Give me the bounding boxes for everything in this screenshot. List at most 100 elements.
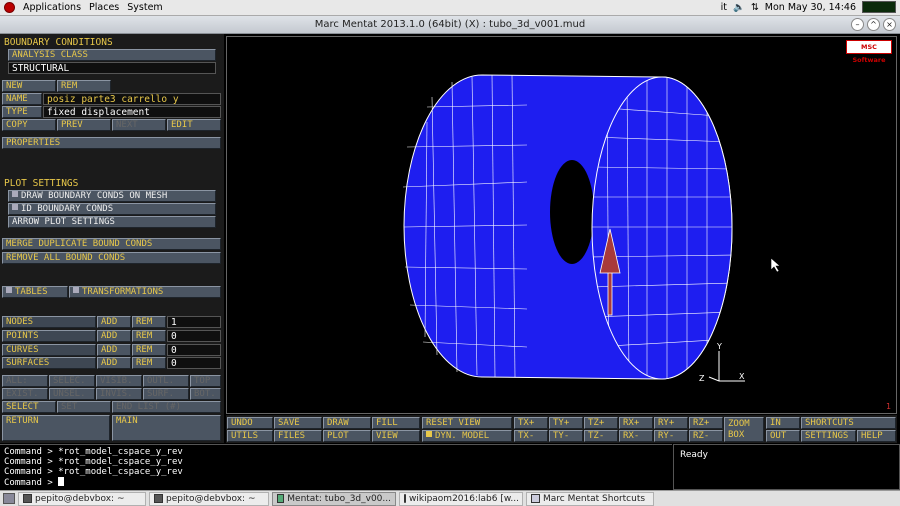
menu-places[interactable]: Places [89, 2, 119, 13]
sel-surf-button[interactable]: SURF. [143, 388, 189, 400]
checkbox-icon [426, 431, 432, 437]
ty-minus-button[interactable]: TY- [549, 430, 583, 442]
menu-applications[interactable]: Applications [23, 2, 81, 13]
sel-bot-button[interactable]: BOT. [190, 388, 221, 400]
analysis-class-button[interactable]: ANALYSIS CLASS [8, 49, 216, 61]
sel-outl-button[interactable]: OUTL. [143, 375, 189, 387]
task-shortcuts[interactable]: Marc Mentat Shortcuts [526, 491, 654, 506]
curves-add-button[interactable]: ADD [97, 344, 131, 356]
help-button[interactable]: HELP [857, 430, 896, 442]
id-bc-toggle[interactable]: ID BOUNDARY CONDS [8, 203, 216, 215]
type-label: TYPE [2, 106, 42, 118]
terminal-icon [154, 494, 163, 503]
plot-button[interactable]: PLOT [323, 430, 371, 442]
merge-duplicate-button[interactable]: MERGE DUPLICATE BOUND CONDS [2, 238, 221, 250]
system-monitor[interactable] [862, 1, 896, 13]
close-icon[interactable]: × [883, 18, 896, 31]
ry-plus-button[interactable]: RY+ [654, 417, 688, 429]
return-button[interactable]: RETURN [2, 415, 110, 441]
keyboard-layout[interactable]: it [721, 2, 727, 13]
viewport-corner-number: 1 [886, 402, 891, 411]
transformations-button[interactable]: TRANSFORMATIONS [69, 286, 221, 298]
reset-view-button[interactable]: RESET VIEW [422, 417, 512, 429]
checkbox-icon [73, 287, 79, 293]
rz-plus-button[interactable]: RZ+ [689, 417, 723, 429]
surfaces-rem-button[interactable]: REM [132, 357, 166, 369]
bc-header: BOUNDARY CONDITIONS [4, 37, 113, 48]
zoom-in-button[interactable]: IN [766, 417, 800, 429]
rz-minus-button[interactable]: RZ- [689, 430, 723, 442]
graphics-viewport[interactable]: MSC Software Y X Z 1 [226, 36, 897, 414]
nodes-add-button[interactable]: ADD [97, 316, 131, 328]
points-rem-button[interactable]: REM [132, 330, 166, 342]
prev-button[interactable]: PREV [57, 119, 111, 131]
sel-unsel-button[interactable]: UNSEL. [49, 388, 95, 400]
show-desktop-icon[interactable] [3, 493, 15, 504]
zoom-out-button[interactable]: OUT [766, 430, 800, 442]
sel-selec-button[interactable]: SELEC. [49, 375, 95, 387]
volume-icon[interactable]: 🔈 [733, 2, 745, 13]
files-button[interactable]: FILES [274, 430, 322, 442]
task-browser[interactable]: wikipaom2016:lab6 [w... [399, 491, 523, 506]
checkbox-icon [6, 287, 12, 293]
dyn-model-toggle[interactable]: DYN. MODEL [422, 430, 512, 442]
undo-button[interactable]: UNDO [227, 417, 273, 429]
tx-minus-button[interactable]: TX- [514, 430, 548, 442]
select-button[interactable]: SELECT [2, 401, 56, 413]
task-terminal-2[interactable]: pepito@debvbox: ~ [149, 491, 269, 506]
type-field[interactable]: fixed_displacement [43, 106, 221, 118]
set-button[interactable]: SET [57, 401, 111, 413]
minimize-icon[interactable]: – [851, 18, 864, 31]
fill-button[interactable]: FILL [372, 417, 420, 429]
command-console[interactable]: Command > *rot_model_cspace_y_rev Comman… [0, 444, 672, 490]
sel-visib-button[interactable]: VISIB. [96, 375, 142, 387]
curves-rem-button[interactable]: REM [132, 344, 166, 356]
surfaces-add-button[interactable]: ADD [97, 357, 131, 369]
rem-button[interactable]: REM [57, 80, 111, 92]
utils-button[interactable]: UTILS [227, 430, 273, 442]
copy-button[interactable]: COPY [2, 119, 56, 131]
end-list-button[interactable]: END LIST (#) [112, 401, 221, 413]
new-button[interactable]: NEW [2, 80, 56, 92]
nodes-rem-button[interactable]: REM [132, 316, 166, 328]
settings-button[interactable]: SETTINGS [801, 430, 856, 442]
remove-all-button[interactable]: REMOVE ALL BOUND CONDS [2, 252, 221, 264]
draw-bc-toggle[interactable]: DRAW BOUNDARY CONDS ON MESH [8, 190, 216, 202]
sel-invis-button[interactable]: INVIS. [96, 388, 142, 400]
sel-exist-button[interactable]: EXIST. [2, 388, 48, 400]
main-button[interactable]: MAIN [112, 415, 221, 441]
rx-plus-button[interactable]: RX+ [619, 417, 653, 429]
sel-all-button[interactable]: ALL: [2, 375, 48, 387]
maximize-icon[interactable]: ^ [867, 18, 880, 31]
nodes-count: 1 [167, 316, 221, 328]
zoom-box-button[interactable]: ZOOM BOX [724, 417, 764, 442]
axis-x-label: X [739, 372, 745, 381]
ry-minus-button[interactable]: RY- [654, 430, 688, 442]
name-field[interactable]: posiz_parte3_carrello_y [43, 93, 221, 105]
clock[interactable]: Mon May 30, 14:46 [765, 2, 856, 13]
task-terminal-1[interactable]: pepito@debvbox: ~ [18, 491, 146, 506]
network-icon[interactable]: ⇅ [751, 2, 759, 13]
points-add-button[interactable]: ADD [97, 330, 131, 342]
ty-plus-button[interactable]: TY+ [549, 417, 583, 429]
tz-minus-button[interactable]: TZ- [584, 430, 618, 442]
sel-top-button[interactable]: TOP [190, 375, 221, 387]
shortcuts-button[interactable]: SHORTCUTS [801, 417, 896, 429]
tables-button[interactable]: TABLES [2, 286, 68, 298]
debian-logo-icon[interactable] [4, 2, 15, 13]
draw-button[interactable]: DRAW [323, 417, 371, 429]
axis-z-label: Z [699, 374, 705, 383]
arrow-plot-settings-button[interactable]: ARROW PLOT SETTINGS [8, 216, 216, 228]
tz-plus-button[interactable]: TZ+ [584, 417, 618, 429]
save-button[interactable]: SAVE [274, 417, 322, 429]
command-history-line: Command > *rot_model_cspace_y_rev [4, 447, 183, 457]
next-button[interactable]: NEXT [112, 119, 166, 131]
edit-button[interactable]: EDIT [167, 119, 221, 131]
menu-system[interactable]: System [127, 2, 162, 13]
rx-minus-button[interactable]: RX- [619, 430, 653, 442]
task-mentat[interactable]: Mentat: tubo_3d_v00... [272, 491, 396, 506]
properties-button[interactable]: PROPERTIES [2, 137, 221, 149]
tx-plus-button[interactable]: TX+ [514, 417, 548, 429]
view-button[interactable]: VIEW [372, 430, 420, 442]
command-input-line[interactable]: Command > [4, 477, 668, 488]
